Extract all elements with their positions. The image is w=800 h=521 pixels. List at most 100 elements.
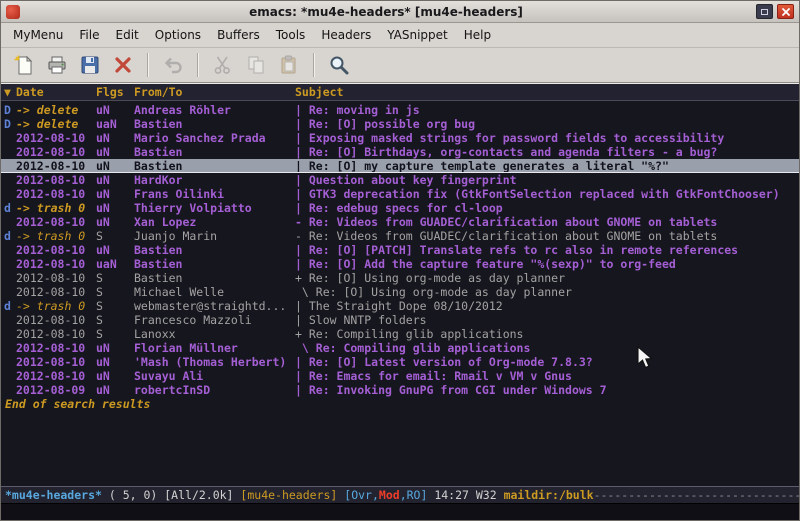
mark-char <box>1 285 16 299</box>
column-header-from[interactable]: From/To <box>134 85 295 99</box>
message-row[interactable]: 2012-08-10 S Lanoxx + Re: Compiling glib… <box>1 327 799 341</box>
date-cell: 2012-08-10 <box>16 369 96 383</box>
message-row[interactable]: 2012-08-10 uN Bastien | Re: [O] Birthday… <box>1 145 799 159</box>
message-row[interactable]: 2012-08-10 uN Bastien | Re: [O] my captu… <box>1 159 799 173</box>
close-icon <box>781 7 791 17</box>
close-button[interactable] <box>777 4 794 19</box>
message-row[interactable]: 2012-08-10 uN Mario Sanchez Prada | Expo… <box>1 131 799 145</box>
flags-cell: uaN <box>96 257 134 271</box>
subject-cell: \ Re: [O] Using org-mode as day planner <box>295 285 799 299</box>
mark-char <box>1 341 16 355</box>
date-cell: -> delete <box>16 117 96 131</box>
subject-cell: - Re: Videos from GUADEC/clarification a… <box>295 215 799 229</box>
message-row[interactable]: D -> delete uN Andreas Röhler | Re: movi… <box>1 103 799 117</box>
flags-cell: uaN <box>96 117 134 131</box>
menubar: MyMenuFileEditOptionsBuffersToolsHeaders… <box>1 23 799 48</box>
menu-item-headers[interactable]: Headers <box>313 24 379 46</box>
toolbar-undo-button[interactable] <box>158 51 188 80</box>
menu-item-yasnippet[interactable]: YASnippet <box>379 24 456 46</box>
message-row[interactable]: 2012-08-10 S Bastien + Re: [O] Using org… <box>1 271 799 285</box>
date-cell: 2012-08-10 <box>16 341 96 355</box>
from-cell: Bastien <box>134 243 295 257</box>
menu-item-options[interactable]: Options <box>147 24 209 46</box>
from-cell: Lanoxx <box>134 327 295 341</box>
mark-char: d <box>1 229 16 243</box>
message-row[interactable]: 2012-08-10 uaN Bastien | Re: [O] Add the… <box>1 257 799 271</box>
subject-cell: | Re: Invoking GnuPG from CGI under Wind… <box>295 383 799 397</box>
mark-char <box>1 369 16 383</box>
message-row[interactable]: 2012-08-10 uN Frans Oilinki | GTK3 depre… <box>1 187 799 201</box>
date-cell: 2012-08-10 <box>16 285 96 299</box>
subject-cell: | Re: [O] Latest version of Org-mode 7.8… <box>295 355 799 369</box>
toolbar-separator <box>313 53 315 77</box>
subject-cell: | Re: [O] Birthdays, org-contacts and ag… <box>295 145 799 159</box>
modeline-segment: *mu4e-headers* <box>5 488 102 502</box>
toolbar-paste-button[interactable] <box>274 51 304 80</box>
echo-area <box>1 504 799 520</box>
menu-item-edit[interactable]: Edit <box>108 24 147 46</box>
emacs-app-icon[interactable] <box>6 5 20 19</box>
message-row[interactable]: 2012-08-10 uN HardKor | Question about k… <box>1 173 799 187</box>
toolbar-print-button[interactable] <box>42 51 72 80</box>
mark-char <box>1 327 16 341</box>
menu-item-buffers[interactable]: Buffers <box>209 24 268 46</box>
flags-cell: uN <box>96 103 134 117</box>
message-row[interactable]: 2012-08-10 uN Florian Müllner \ Re: Comp… <box>1 341 799 355</box>
message-row[interactable]: 2012-08-10 uN Xan Lopez - Re: Videos fro… <box>1 215 799 229</box>
date-cell: 2012-08-10 <box>16 271 96 285</box>
message-row[interactable]: d -> trash 0 S webmaster@straightd... | … <box>1 299 799 313</box>
menu-item-mymenu[interactable]: MyMenu <box>5 24 71 46</box>
from-cell: Bastien <box>134 271 295 285</box>
maximize-button[interactable] <box>756 4 773 19</box>
toolbar-copy-button[interactable] <box>241 51 271 80</box>
new-file-icon <box>13 54 35 76</box>
date-cell: -> delete <box>16 103 96 117</box>
flags-cell: uN <box>96 201 134 215</box>
from-cell: Mario Sanchez Prada <box>134 131 295 145</box>
message-row[interactable]: d -> trash 0 S Juanjo Marin - Re: Videos… <box>1 229 799 243</box>
subject-cell: | The Straight Dope 08/10/2012 <box>295 299 799 313</box>
toolbar-search-button[interactable] <box>324 51 354 80</box>
column-header-subject[interactable]: Subject <box>295 85 799 99</box>
toolbar-cut-button[interactable] <box>208 51 238 80</box>
from-cell: Bastien <box>134 257 295 271</box>
subject-cell: | Re: [O] [PATCH] Translate refs to rc a… <box>295 243 799 257</box>
toolbar-new-file-button[interactable] <box>9 51 39 80</box>
toolbar-save-button[interactable] <box>75 51 105 80</box>
date-cell: 2012-08-10 <box>16 145 96 159</box>
titlebar[interactable]: emacs: *mu4e-headers* [mu4e-headers] <box>1 1 799 23</box>
menu-item-help[interactable]: Help <box>456 24 499 46</box>
date-cell: 2012-08-10 <box>16 355 96 369</box>
column-header-flags[interactable]: Flgs <box>96 85 134 99</box>
from-cell: 'Mash (Thomas Herbert) <box>134 355 295 369</box>
close-buffer-icon <box>112 54 134 76</box>
date-cell: -> trash 0 <box>16 299 96 313</box>
toolbar-close-buffer-button[interactable] <box>108 51 138 80</box>
column-header-date[interactable]: Date <box>16 85 96 99</box>
subject-cell: | GTK3 deprecation fix (GtkFontSelection… <box>295 187 799 201</box>
message-row[interactable]: 2012-08-10 S Francesco Mazzoli | Slow NN… <box>1 313 799 327</box>
message-row[interactable]: 2012-08-09 uN robertcInSD | Re: Invoking… <box>1 383 799 397</box>
toolbar <box>1 48 799 83</box>
subject-cell: | Question about key fingerprint <box>295 173 799 187</box>
message-row[interactable]: 2012-08-10 S Michael Welle \ Re: [O] Usi… <box>1 285 799 299</box>
mark-char <box>1 131 16 145</box>
message-row[interactable]: 2012-08-10 uN 'Mash (Thomas Herbert) | R… <box>1 355 799 369</box>
menu-item-file[interactable]: File <box>71 24 107 46</box>
paste-icon <box>278 54 300 76</box>
modeline-segment: [Ovr, <box>344 488 379 502</box>
message-row[interactable]: d -> trash 0 uN Thierry Volpiatto | Re: … <box>1 201 799 215</box>
message-row[interactable]: D -> delete uaN Bastien | Re: [O] possib… <box>1 117 799 131</box>
from-cell: Suvayu Ali <box>134 369 295 383</box>
menu-item-tools[interactable]: Tools <box>268 24 314 46</box>
end-of-results: End of search results <box>1 397 799 411</box>
message-row[interactable]: 2012-08-10 uN Bastien | Re: [O] [PATCH] … <box>1 243 799 257</box>
flags-cell: S <box>96 313 134 327</box>
subject-cell: - Re: Videos from GUADEC/clarification a… <box>295 229 799 243</box>
emacs-frame: ▼ Date Flgs From/To Subject D -> delete … <box>1 83 799 520</box>
date-cell: 2012-08-10 <box>16 327 96 341</box>
message-row[interactable]: 2012-08-10 uN Suvayu Ali | Re: Emacs for… <box>1 369 799 383</box>
mark-char <box>1 145 16 159</box>
flags-cell: uN <box>96 383 134 397</box>
header-line: ▼ Date Flgs From/To Subject <box>1 84 799 101</box>
